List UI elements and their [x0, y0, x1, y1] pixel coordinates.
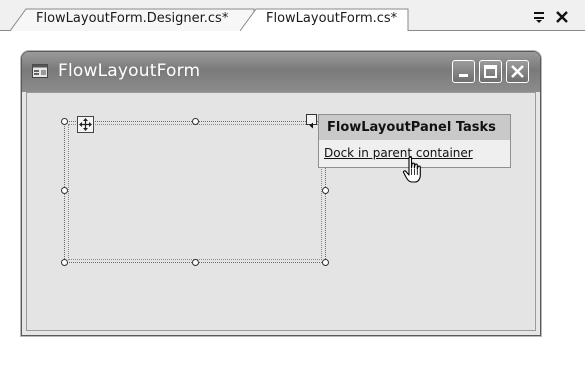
resize-handle-bottom-right[interactable] [322, 259, 329, 266]
tab-label: FlowLayoutForm.cs* [266, 11, 398, 26]
tab-designer-file[interactable]: FlowLayoutForm.Designer.cs* [10, 8, 256, 32]
maximize-button[interactable] [479, 60, 502, 83]
move-arrows-glyph [79, 118, 92, 131]
smart-tag-arrow-icon [309, 122, 313, 129]
tab-code-file[interactable]: FlowLayoutForm.cs* [240, 8, 410, 32]
dock-in-parent-link[interactable]: Dock in parent container [324, 146, 473, 160]
minimize-button[interactable] [452, 60, 475, 83]
document-tab-strip: FlowLayoutForm.Designer.cs* FlowLayoutFo… [0, 0, 585, 32]
form-titlebar[interactable]: FlowLayoutForm [22, 52, 540, 92]
move-handle-icon[interactable] [77, 116, 94, 133]
resize-handle-top[interactable] [192, 118, 199, 125]
tab-label: FlowLayoutForm.Designer.cs* [36, 11, 229, 26]
maximize-icon [484, 65, 497, 78]
pin-icon[interactable] [530, 9, 548, 27]
form-title: FlowLayoutForm [58, 61, 201, 81]
selection-frame [68, 124, 322, 260]
hand-cursor-icon [402, 156, 421, 183]
close-icon [511, 65, 524, 78]
resize-handle-top-left[interactable] [61, 118, 68, 125]
form-icon [32, 64, 48, 78]
close-icon[interactable] [553, 9, 571, 27]
resize-handle-bottom[interactable] [192, 259, 199, 266]
close-button[interactable] [506, 60, 529, 83]
smart-tag-header: FlowLayoutPanel Tasks [319, 115, 510, 140]
resize-handle-right[interactable] [322, 187, 329, 194]
smart-tag-button[interactable] [306, 114, 317, 129]
minimize-icon [459, 74, 468, 77]
close-glyph [556, 11, 568, 23]
resize-handle-bottom-left[interactable] [61, 259, 68, 266]
pin-glyph [534, 12, 544, 23]
resize-handle-left[interactable] [61, 187, 68, 194]
